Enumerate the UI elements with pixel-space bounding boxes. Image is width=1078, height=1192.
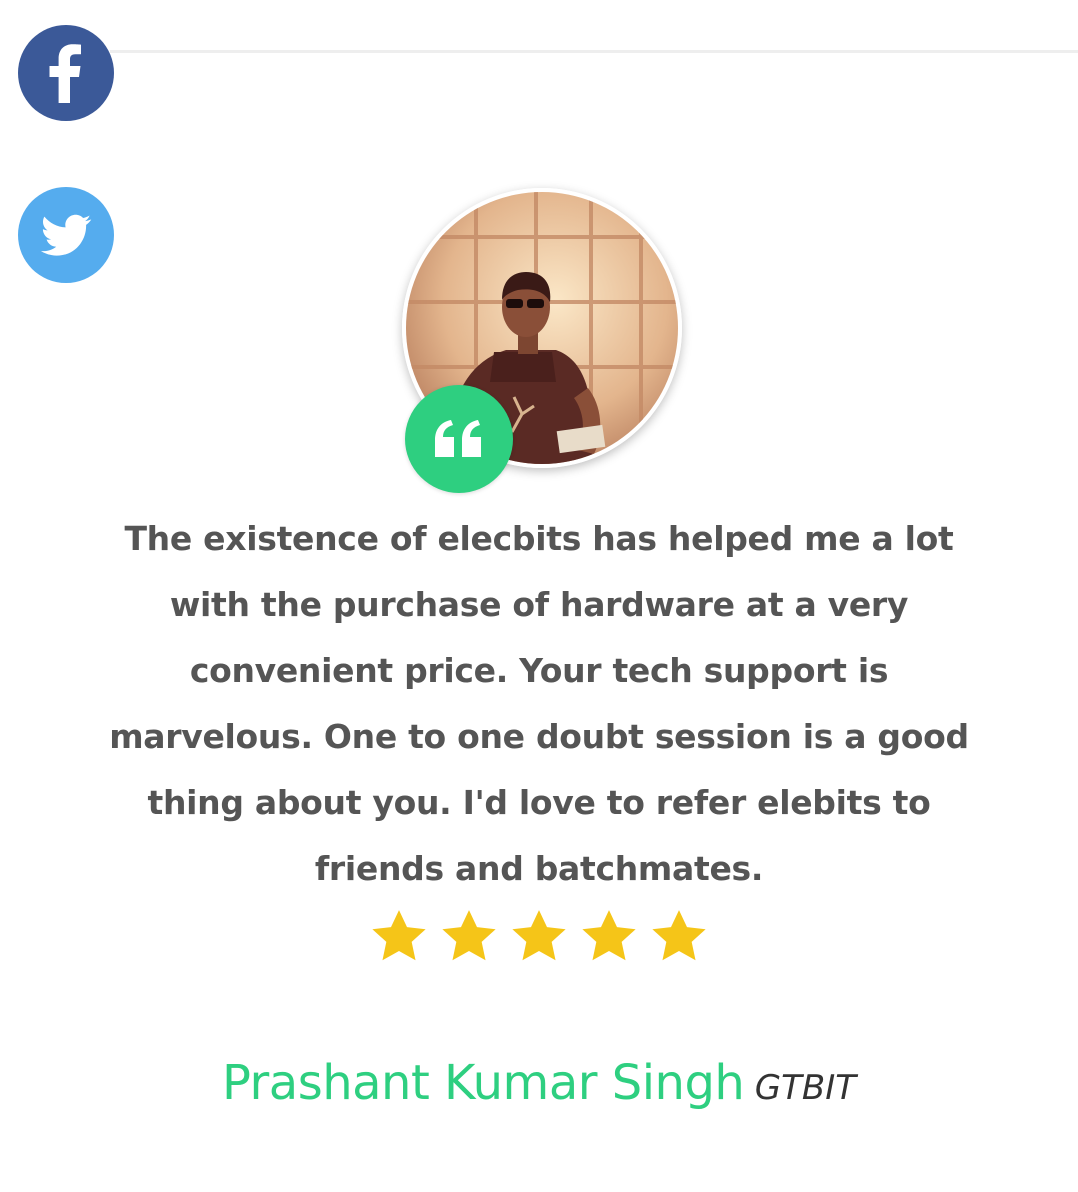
reviewer-organization: GTBIT	[754, 1068, 857, 1108]
star-icon	[512, 910, 566, 961]
facebook-share-button[interactable]	[18, 25, 114, 121]
star-icon	[372, 910, 426, 961]
top-divider	[110, 50, 1078, 53]
testimonial-text: The existence of elecbits has helped me …	[109, 519, 969, 888]
twitter-share-button[interactable]	[18, 187, 114, 283]
reviewer-name: Prashant Kumar Singh	[221, 1055, 745, 1111]
star-icon	[652, 910, 706, 961]
star-icon	[582, 910, 636, 961]
star-icon	[442, 910, 496, 961]
quote-icon	[435, 420, 481, 457]
star-rating	[0, 906, 1078, 968]
twitter-icon	[40, 214, 92, 256]
facebook-icon	[49, 44, 81, 103]
quote-badge	[405, 385, 513, 493]
reviewer-info: Prashant Kumar Singh GTBIT	[0, 1055, 1078, 1111]
